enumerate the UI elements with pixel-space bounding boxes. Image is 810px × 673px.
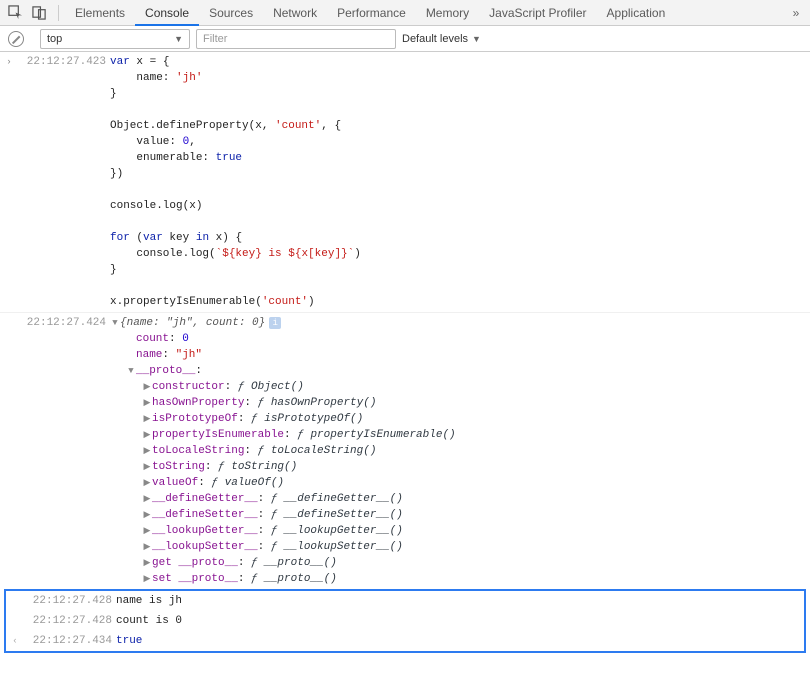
- disclosure-triangle-icon[interactable]: ▶: [142, 555, 152, 571]
- tab-performance[interactable]: Performance: [327, 0, 416, 26]
- input-marker-icon[interactable]: ›: [0, 54, 18, 310]
- input-code[interactable]: var x = { name: 'jh' } Object.defineProp…: [110, 54, 810, 310]
- log-marker: [0, 315, 18, 587]
- disclosure-triangle-icon[interactable]: ▶: [142, 411, 152, 427]
- timestamp: 22:12:27.423: [18, 54, 110, 310]
- console-body: › 22:12:27.423 var x = { name: 'jh' } Ob…: [0, 52, 810, 653]
- overflow-chevron-icon[interactable]: »: [786, 6, 806, 20]
- tab-memory[interactable]: Memory: [416, 0, 479, 26]
- log-level-label: Default levels: [402, 33, 468, 45]
- tab-jsprofiler[interactable]: JavaScript Profiler: [479, 0, 596, 26]
- log-text[interactable]: name is jh: [116, 593, 804, 609]
- log-marker: [6, 613, 24, 629]
- disclosure-triangle-icon[interactable]: ▶: [142, 475, 152, 491]
- disclosure-triangle-icon[interactable]: ▶: [142, 539, 152, 555]
- disclosure-triangle-icon[interactable]: ▼: [126, 363, 136, 379]
- panel-tabs: Elements Console Sources Network Perform…: [65, 0, 675, 26]
- log-text[interactable]: count is 0: [116, 613, 804, 629]
- disclosure-triangle-icon[interactable]: ▶: [142, 443, 152, 459]
- disclosure-triangle-icon[interactable]: ▶: [142, 379, 152, 395]
- disclosure-triangle-icon[interactable]: ▶: [142, 507, 152, 523]
- tab-elements[interactable]: Elements: [65, 0, 135, 26]
- inspect-element-icon[interactable]: [4, 2, 26, 24]
- disclosure-triangle-icon[interactable]: ▶: [142, 459, 152, 475]
- tab-network[interactable]: Network: [263, 0, 327, 26]
- object-log[interactable]: ▼{name: "jh", count: 0}icount: 0name: "j…: [110, 315, 810, 587]
- disclosure-triangle-icon[interactable]: ▶: [142, 427, 152, 443]
- devtools-tab-bar: Elements Console Sources Network Perform…: [0, 0, 810, 26]
- disclosure-triangle-icon[interactable]: ▼: [110, 315, 120, 331]
- timestamp: 22:12:27.424: [18, 315, 110, 587]
- timestamp: 22:12:27.428: [24, 593, 116, 609]
- console-toolbar: top ▼ Filter Default levels ▼: [0, 26, 810, 52]
- timestamp: 22:12:27.434: [24, 633, 116, 649]
- console-log-row: 22:12:27.428 count is 0: [6, 611, 804, 631]
- context-selector[interactable]: top ▼: [40, 29, 190, 49]
- context-selector-label: top: [47, 33, 62, 45]
- timestamp: 22:12:27.428: [24, 613, 116, 629]
- separator: [58, 5, 59, 21]
- log-level-selector[interactable]: Default levels ▼: [402, 33, 481, 45]
- console-input-row: › 22:12:27.423 var x = { name: 'jh' } Ob…: [0, 52, 810, 313]
- result-text[interactable]: true: [116, 633, 804, 649]
- disclosure-triangle-icon[interactable]: ▶: [142, 491, 152, 507]
- clear-console-icon[interactable]: [8, 31, 24, 47]
- disclosure-triangle-icon[interactable]: ▶: [142, 571, 152, 587]
- chevron-down-icon: ▼: [174, 34, 183, 44]
- info-badge-icon[interactable]: i: [269, 317, 281, 329]
- tab-console[interactable]: Console: [135, 0, 199, 26]
- disclosure-triangle-icon[interactable]: ▶: [142, 395, 152, 411]
- filter-input[interactable]: Filter: [196, 29, 396, 49]
- device-toolbar-icon[interactable]: [28, 2, 50, 24]
- highlighted-output-box: 22:12:27.428 name is jh 22:12:27.428 cou…: [4, 589, 806, 653]
- tab-application[interactable]: Application: [597, 0, 676, 26]
- console-result-row: ‹ 22:12:27.434 true: [6, 631, 804, 651]
- log-marker: [6, 593, 24, 609]
- filter-placeholder: Filter: [203, 33, 227, 45]
- tab-sources[interactable]: Sources: [199, 0, 263, 26]
- chevron-down-icon: ▼: [472, 34, 481, 44]
- disclosure-triangle-icon[interactable]: ▶: [142, 523, 152, 539]
- console-log-row: 22:12:27.424 ▼{name: "jh", count: 0}icou…: [0, 313, 810, 589]
- console-log-row: 22:12:27.428 name is jh: [6, 591, 804, 611]
- result-marker-icon: ‹: [6, 633, 24, 649]
